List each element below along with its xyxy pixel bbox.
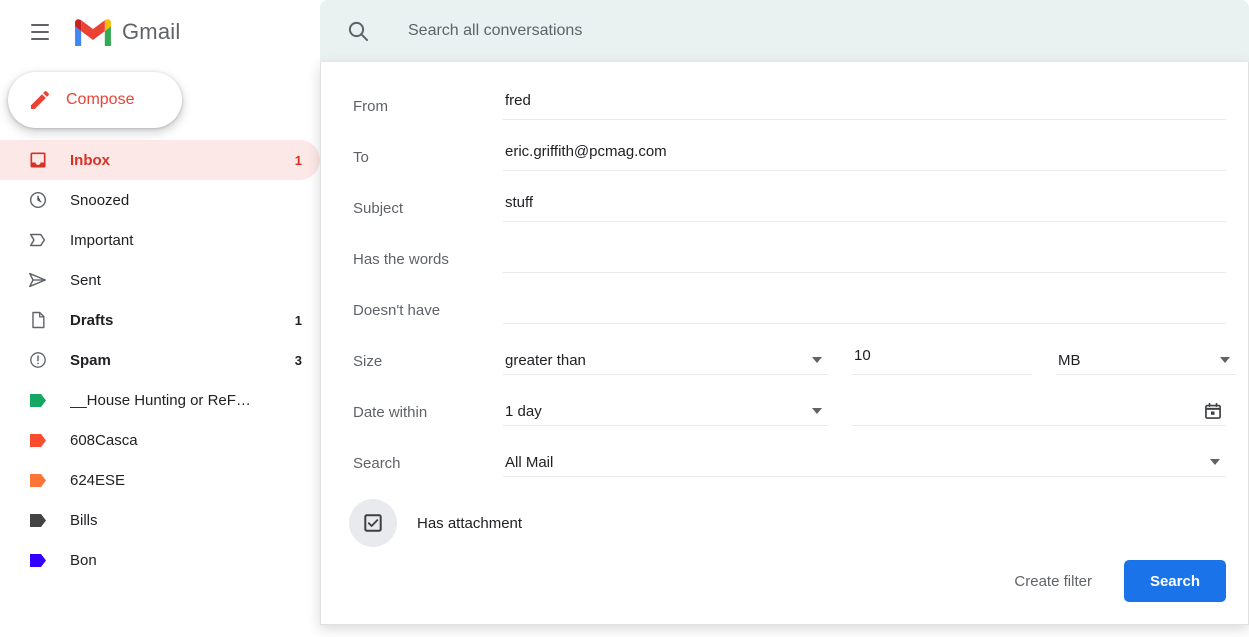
brand-bar: Gmail — [0, 0, 320, 64]
sidebar-label-name: Bon — [70, 551, 97, 569]
sidebar-item-label: Spam — [70, 351, 111, 369]
compose-button[interactable]: Compose — [8, 72, 182, 128]
field-label: Date within — [353, 404, 428, 421]
label-tag-icon — [26, 388, 50, 412]
size-amount-input[interactable] — [852, 341, 1032, 375]
has-attachment-checkbox[interactable] — [349, 499, 397, 547]
chevron-down-icon — [812, 357, 822, 363]
sidebar-label-608casca[interactable]: 608Casca — [0, 420, 320, 460]
date-input[interactable] — [852, 392, 1226, 426]
sidebar-item-inbox[interactable]: Inbox 1 — [0, 140, 320, 180]
size-unit-value: MB — [1058, 352, 1081, 369]
sidebar-nav-list: Inbox 1 Snoozed Important Sent Drafts 1 … — [0, 140, 320, 580]
gmail-logo-icon — [75, 19, 111, 46]
sidebar-item-label: Inbox — [70, 151, 110, 169]
search-scope-dropdown[interactable]: All Mail — [503, 443, 1226, 477]
advanced-search-dialog: From To Subject Has the words — [320, 62, 1249, 625]
compose-container: Compose — [0, 64, 320, 138]
field-label: To — [353, 149, 369, 166]
from-input[interactable] — [503, 86, 1226, 120]
field-label: Size — [353, 353, 383, 370]
dialog-actions: Create filter Search — [1000, 560, 1226, 602]
calendar-icon[interactable] — [1202, 400, 1224, 422]
has-attachment-label: Has attachment — [417, 514, 523, 532]
search-bar — [320, 0, 1249, 62]
field-row-subject: Subject — [353, 188, 1226, 239]
advanced-search-form: From To Subject Has the words — [321, 62, 1248, 548]
doesnt-have-input[interactable] — [503, 290, 1226, 324]
to-input[interactable] — [503, 137, 1226, 171]
compose-label: Compose — [66, 91, 135, 108]
sidebar-item-label: Snoozed — [70, 191, 130, 209]
field-row-has-the-words: Has the words — [353, 239, 1226, 290]
search-input[interactable] — [408, 22, 1249, 40]
chevron-down-icon — [1210, 459, 1220, 465]
sidebar-item-label: Important — [70, 231, 134, 249]
sidebar-item-count: 1 — [294, 152, 302, 168]
send-icon — [26, 268, 50, 292]
sidebar: Gmail Compose Inbox 1 Snoozed Important … — [0, 0, 320, 637]
field-row-search-scope: Search All Mail — [353, 443, 1226, 494]
field-row-date-within: Date within 1 day — [353, 392, 1226, 443]
field-row-to: To — [353, 137, 1226, 188]
date-within-value: 1 day — [505, 403, 542, 420]
inbox-icon — [26, 148, 50, 172]
field-label: Search — [353, 455, 401, 472]
sidebar-label-name: 624ESE — [70, 471, 126, 489]
size-operator-dropdown[interactable]: greater than — [503, 341, 828, 375]
gmail-app-window: lo IF re an th Gmail — [0, 0, 1249, 637]
create-filter-button[interactable]: Create filter — [1000, 563, 1106, 600]
has-the-words-input[interactable] — [503, 239, 1226, 273]
subject-input[interactable] — [503, 188, 1226, 222]
chevron-down-icon — [1220, 357, 1230, 363]
size-unit-dropdown[interactable]: MB — [1056, 341, 1236, 375]
draft-icon — [26, 308, 50, 332]
sidebar-label-624ese[interactable]: 624ESE — [0, 460, 320, 500]
pencil-icon — [31, 90, 50, 109]
sidebar-item-count: 3 — [294, 352, 302, 368]
field-row-size: Size greater than MB — [353, 341, 1236, 392]
search-icon[interactable] — [334, 7, 382, 55]
field-label: Subject — [353, 200, 404, 217]
sidebar-label-name: Bills — [70, 511, 98, 529]
sidebar-label-bills[interactable]: Bills — [0, 500, 320, 540]
field-label: From — [353, 98, 388, 115]
label-tag-icon — [26, 428, 50, 452]
gmail-wordmark: Gmail — [122, 19, 181, 44]
sidebar-item-sent[interactable]: Sent — [0, 260, 320, 300]
sidebar-label-name: 608Casca — [70, 431, 138, 449]
sidebar-item-important[interactable]: Important — [0, 220, 320, 260]
search-scope-value: All Mail — [505, 454, 554, 471]
checkbox-checked-icon — [364, 514, 382, 532]
date-within-dropdown[interactable]: 1 day — [503, 392, 828, 426]
sidebar-item-label: Drafts — [70, 311, 114, 329]
label-tag-icon — [26, 468, 50, 492]
spam-icon — [26, 348, 50, 372]
label-tag-icon — [26, 548, 50, 572]
field-row-doesnt-have: Doesn't have — [353, 290, 1226, 341]
important-icon — [26, 228, 50, 252]
sidebar-label-bon[interactable]: Bon — [0, 540, 320, 580]
field-label: Has the words — [353, 251, 449, 268]
sidebar-item-count: 1 — [294, 312, 302, 328]
sidebar-item-spam[interactable]: Spam 3 — [0, 340, 320, 380]
sidebar-label-house-hunting[interactable]: __House Hunting or ReF… — [0, 380, 320, 420]
chevron-down-icon — [812, 408, 822, 414]
search-submit-button[interactable]: Search — [1123, 560, 1226, 602]
label-tag-icon — [26, 508, 50, 532]
mail-list-row[interactable] — [320, 626, 1249, 637]
sidebar-item-drafts[interactable]: Drafts 1 — [0, 300, 320, 340]
hamburger-icon[interactable] — [16, 8, 64, 56]
field-row-from: From — [353, 86, 1226, 137]
sidebar-item-label: Sent — [70, 271, 101, 289]
has-attachment-row: Has attachment — [349, 498, 1226, 548]
sidebar-item-snoozed[interactable]: Snoozed — [0, 180, 320, 220]
clock-icon — [26, 188, 50, 212]
field-label: Doesn't have — [353, 302, 441, 319]
size-operator-value: greater than — [505, 352, 586, 369]
sidebar-label-name: __House Hunting or ReF… — [70, 391, 251, 409]
